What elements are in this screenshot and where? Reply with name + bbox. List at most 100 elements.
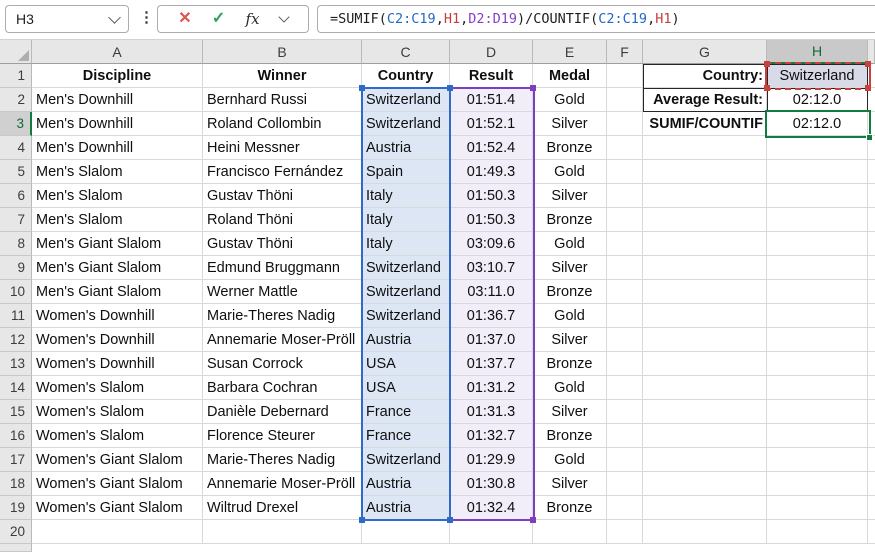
row-header-8[interactable]: 8	[0, 232, 32, 256]
column-header-G[interactable]: G	[643, 40, 767, 64]
row-header-17[interactable]: 17	[0, 448, 32, 472]
more-options-icon[interactable]: ⋮	[139, 8, 154, 26]
cell-C16[interactable]: France	[362, 424, 450, 448]
cell-H13[interactable]	[767, 352, 868, 376]
cell-B11[interactable]: Marie-Theres Nadig	[203, 304, 362, 328]
cell-G19[interactable]	[643, 496, 767, 520]
cell-B3[interactable]: Roland Collombin	[203, 112, 362, 136]
cell-E4[interactable]: Bronze	[533, 136, 607, 160]
row-header-11[interactable]: 11	[0, 304, 32, 328]
cell-B1[interactable]: Winner	[203, 64, 362, 88]
row-header-6[interactable]: 6	[0, 184, 32, 208]
chevron-down-icon[interactable]	[278, 11, 290, 23]
column-header-E[interactable]: E	[533, 40, 607, 64]
row-header-15[interactable]: 15	[0, 400, 32, 424]
cell-E14[interactable]: Gold	[533, 376, 607, 400]
row-header-5[interactable]: 5	[0, 160, 32, 184]
cell-D1[interactable]: Result	[450, 64, 533, 88]
cell-G10[interactable]	[643, 280, 767, 304]
cell-H15[interactable]	[767, 400, 868, 424]
cell-A20[interactable]	[32, 520, 203, 544]
cell-F1[interactable]	[607, 64, 643, 88]
cell-F13[interactable]	[607, 352, 643, 376]
cell-D18[interactable]: 01:30.8	[450, 472, 533, 496]
cell-E10[interactable]: Bronze	[533, 280, 607, 304]
cell-B15[interactable]: Danièle Debernard	[203, 400, 362, 424]
row-header-19[interactable]: 19	[0, 496, 32, 520]
column-header-C[interactable]: C	[362, 40, 450, 64]
cell-C9[interactable]: Switzerland	[362, 256, 450, 280]
cell-F14[interactable]	[607, 376, 643, 400]
cell-E6[interactable]: Silver	[533, 184, 607, 208]
cell-B18[interactable]: Annemarie Moser-Pröll	[203, 472, 362, 496]
cell-F20[interactable]	[607, 520, 643, 544]
cell-D16[interactable]: 01:32.7	[450, 424, 533, 448]
select-all-button[interactable]	[0, 40, 32, 64]
cell-A4[interactable]: Men's Downhill	[32, 136, 203, 160]
cell-H8[interactable]	[767, 232, 868, 256]
row-header-12[interactable]: 12	[0, 328, 32, 352]
row-header-18[interactable]: 18	[0, 472, 32, 496]
cell-E13[interactable]: Bronze	[533, 352, 607, 376]
cell-H3[interactable]: 02:12.0	[767, 112, 868, 136]
cell-E5[interactable]: Gold	[533, 160, 607, 184]
cell-H4[interactable]	[767, 136, 868, 160]
cell-C3[interactable]: Switzerland	[362, 112, 450, 136]
cell-C19[interactable]: Austria	[362, 496, 450, 520]
cell-F10[interactable]	[607, 280, 643, 304]
cell-D14[interactable]: 01:31.2	[450, 376, 533, 400]
cell-E18[interactable]: Silver	[533, 472, 607, 496]
cell-D19[interactable]: 01:32.4	[450, 496, 533, 520]
cell-G9[interactable]	[643, 256, 767, 280]
cell-C8[interactable]: Italy	[362, 232, 450, 256]
cell-B5[interactable]: Francisco Fernández	[203, 160, 362, 184]
cell-D20[interactable]	[450, 520, 533, 544]
cell-H16[interactable]	[767, 424, 868, 448]
cell-C14[interactable]: USA	[362, 376, 450, 400]
row-header-1[interactable]: 1	[0, 64, 32, 88]
cell-G7[interactable]	[643, 208, 767, 232]
cell-E2[interactable]: Gold	[533, 88, 607, 112]
cell-D10[interactable]: 03:11.0	[450, 280, 533, 304]
cell-G1[interactable]: Country:	[643, 64, 767, 88]
cell-H19[interactable]	[767, 496, 868, 520]
cell-D8[interactable]: 03:09.6	[450, 232, 533, 256]
column-header-A[interactable]: A	[32, 40, 203, 64]
cell-D2[interactable]: 01:51.4	[450, 88, 533, 112]
enter-icon[interactable]: ✓	[212, 11, 225, 27]
cell-B14[interactable]: Barbara Cochran	[203, 376, 362, 400]
cell-H6[interactable]	[767, 184, 868, 208]
cell-A17[interactable]: Women's Giant Slalom	[32, 448, 203, 472]
cell-F8[interactable]	[607, 232, 643, 256]
cell-F4[interactable]	[607, 136, 643, 160]
cell-H2[interactable]: 02:12.0	[767, 88, 868, 112]
cell-C5[interactable]: Spain	[362, 160, 450, 184]
cell-G14[interactable]	[643, 376, 767, 400]
cell-E1[interactable]: Medal	[533, 64, 607, 88]
row-header-13[interactable]: 13	[0, 352, 32, 376]
cell-H7[interactable]	[767, 208, 868, 232]
cell-B10[interactable]: Werner Mattle	[203, 280, 362, 304]
cell-C4[interactable]: Austria	[362, 136, 450, 160]
cell-D15[interactable]: 01:31.3	[450, 400, 533, 424]
cell-A18[interactable]: Women's Giant Slalom	[32, 472, 203, 496]
cell-C11[interactable]: Switzerland	[362, 304, 450, 328]
cell-A5[interactable]: Men's Slalom	[32, 160, 203, 184]
cell-G18[interactable]	[643, 472, 767, 496]
cell-A12[interactable]: Women's Downhill	[32, 328, 203, 352]
cell-F9[interactable]	[607, 256, 643, 280]
cell-G11[interactable]	[643, 304, 767, 328]
cell-H12[interactable]	[767, 328, 868, 352]
cell-H14[interactable]	[767, 376, 868, 400]
cell-D11[interactable]: 01:36.7	[450, 304, 533, 328]
row-header-4[interactable]: 4	[0, 136, 32, 160]
cell-D9[interactable]: 03:10.7	[450, 256, 533, 280]
cell-A11[interactable]: Women's Downhill	[32, 304, 203, 328]
cell-E8[interactable]: Gold	[533, 232, 607, 256]
cell-B8[interactable]: Gustav Thöni	[203, 232, 362, 256]
cell-C10[interactable]: Switzerland	[362, 280, 450, 304]
fill-handle[interactable]	[866, 134, 873, 141]
cell-G6[interactable]	[643, 184, 767, 208]
cell-E16[interactable]: Bronze	[533, 424, 607, 448]
cell-A10[interactable]: Men's Giant Slalom	[32, 280, 203, 304]
